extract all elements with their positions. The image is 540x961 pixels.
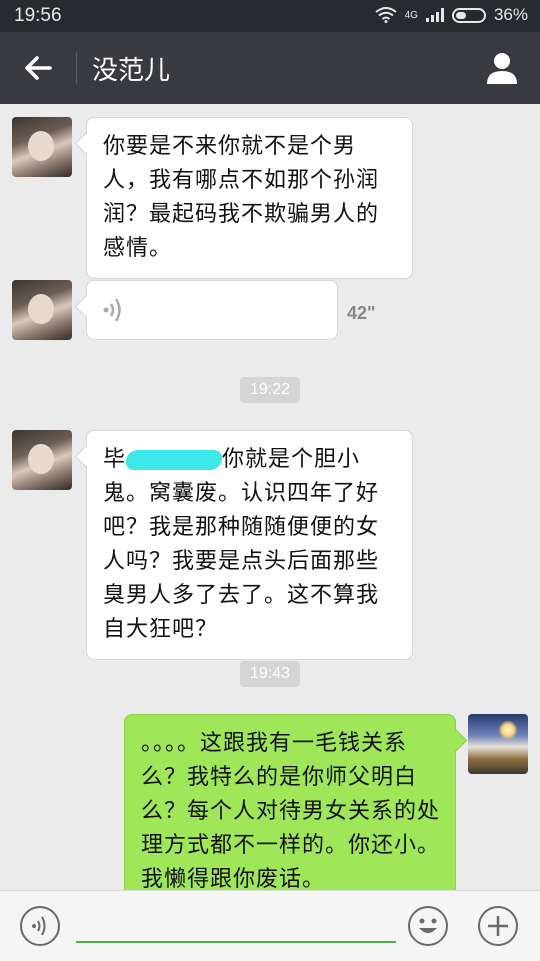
person-icon[interactable] xyxy=(484,50,520,86)
voice-wave-icon xyxy=(103,298,121,322)
message-text: 。。。。这跟我有一毛钱关系么？我特么的是你师父明白么？每个人对待男女关系的处理方… xyxy=(141,731,441,892)
contact-avatar[interactable] xyxy=(12,280,72,340)
message-text: 你就是个胆小鬼。窝囊废。认识四年了好吧？我是那种随随便便的女人吗？我要是点头后面… xyxy=(103,447,380,642)
status-time: 19:56 xyxy=(14,5,62,26)
emoji-button[interactable] xyxy=(408,906,448,946)
add-button[interactable] xyxy=(478,906,518,946)
plus-icon xyxy=(488,916,508,936)
my-avatar[interactable] xyxy=(468,714,528,774)
header-divider xyxy=(76,52,77,84)
message-text: 你要是不来你就不是个男人，我有哪点不如那个孙润润？最起码我不欺骗男人的感情。 xyxy=(103,134,380,261)
wifi-icon xyxy=(375,7,397,23)
contact-avatar[interactable] xyxy=(12,117,72,177)
voice-icon xyxy=(32,916,46,936)
message-timestamp: 19:22 xyxy=(240,377,301,403)
voice-input-button[interactable] xyxy=(20,906,60,946)
status-bar: 19:56 4G 36% xyxy=(0,0,540,32)
emoji-icon xyxy=(419,918,437,933)
input-bar xyxy=(0,890,540,961)
contact-avatar[interactable] xyxy=(12,430,72,490)
arrow-left-icon[interactable] xyxy=(20,50,56,86)
my-message-bubble[interactable]: 。。。。这跟我有一毛钱关系么？我特么的是你师父明白么？每个人对待男女关系的处理方… xyxy=(124,714,456,910)
message-bubble[interactable]: 你要是不来你就不是个男人，我有哪点不如那个孙润润？最起码我不欺骗男人的感情。 xyxy=(86,117,413,279)
message-bubble[interactable]: 毕你就是个胆小鬼。窝囊废。认识四年了好吧？我是那种随随便便的女人吗？我要是点头后… xyxy=(86,430,413,660)
chat-title: 没范儿 xyxy=(92,56,171,86)
voice-message-bubble[interactable] xyxy=(86,280,338,340)
network-label: 4G xyxy=(404,9,418,21)
battery-percent: 36% xyxy=(493,5,528,24)
redaction-mark xyxy=(124,450,224,470)
voice-duration: 42" xyxy=(347,303,376,323)
message-prefix: 毕 xyxy=(103,447,127,472)
chat-header: 没范儿 xyxy=(0,32,540,104)
message-input[interactable] xyxy=(76,941,396,943)
message-timestamp: 19:43 xyxy=(240,661,301,687)
signal-icon xyxy=(425,8,444,22)
battery-icon xyxy=(451,7,486,23)
